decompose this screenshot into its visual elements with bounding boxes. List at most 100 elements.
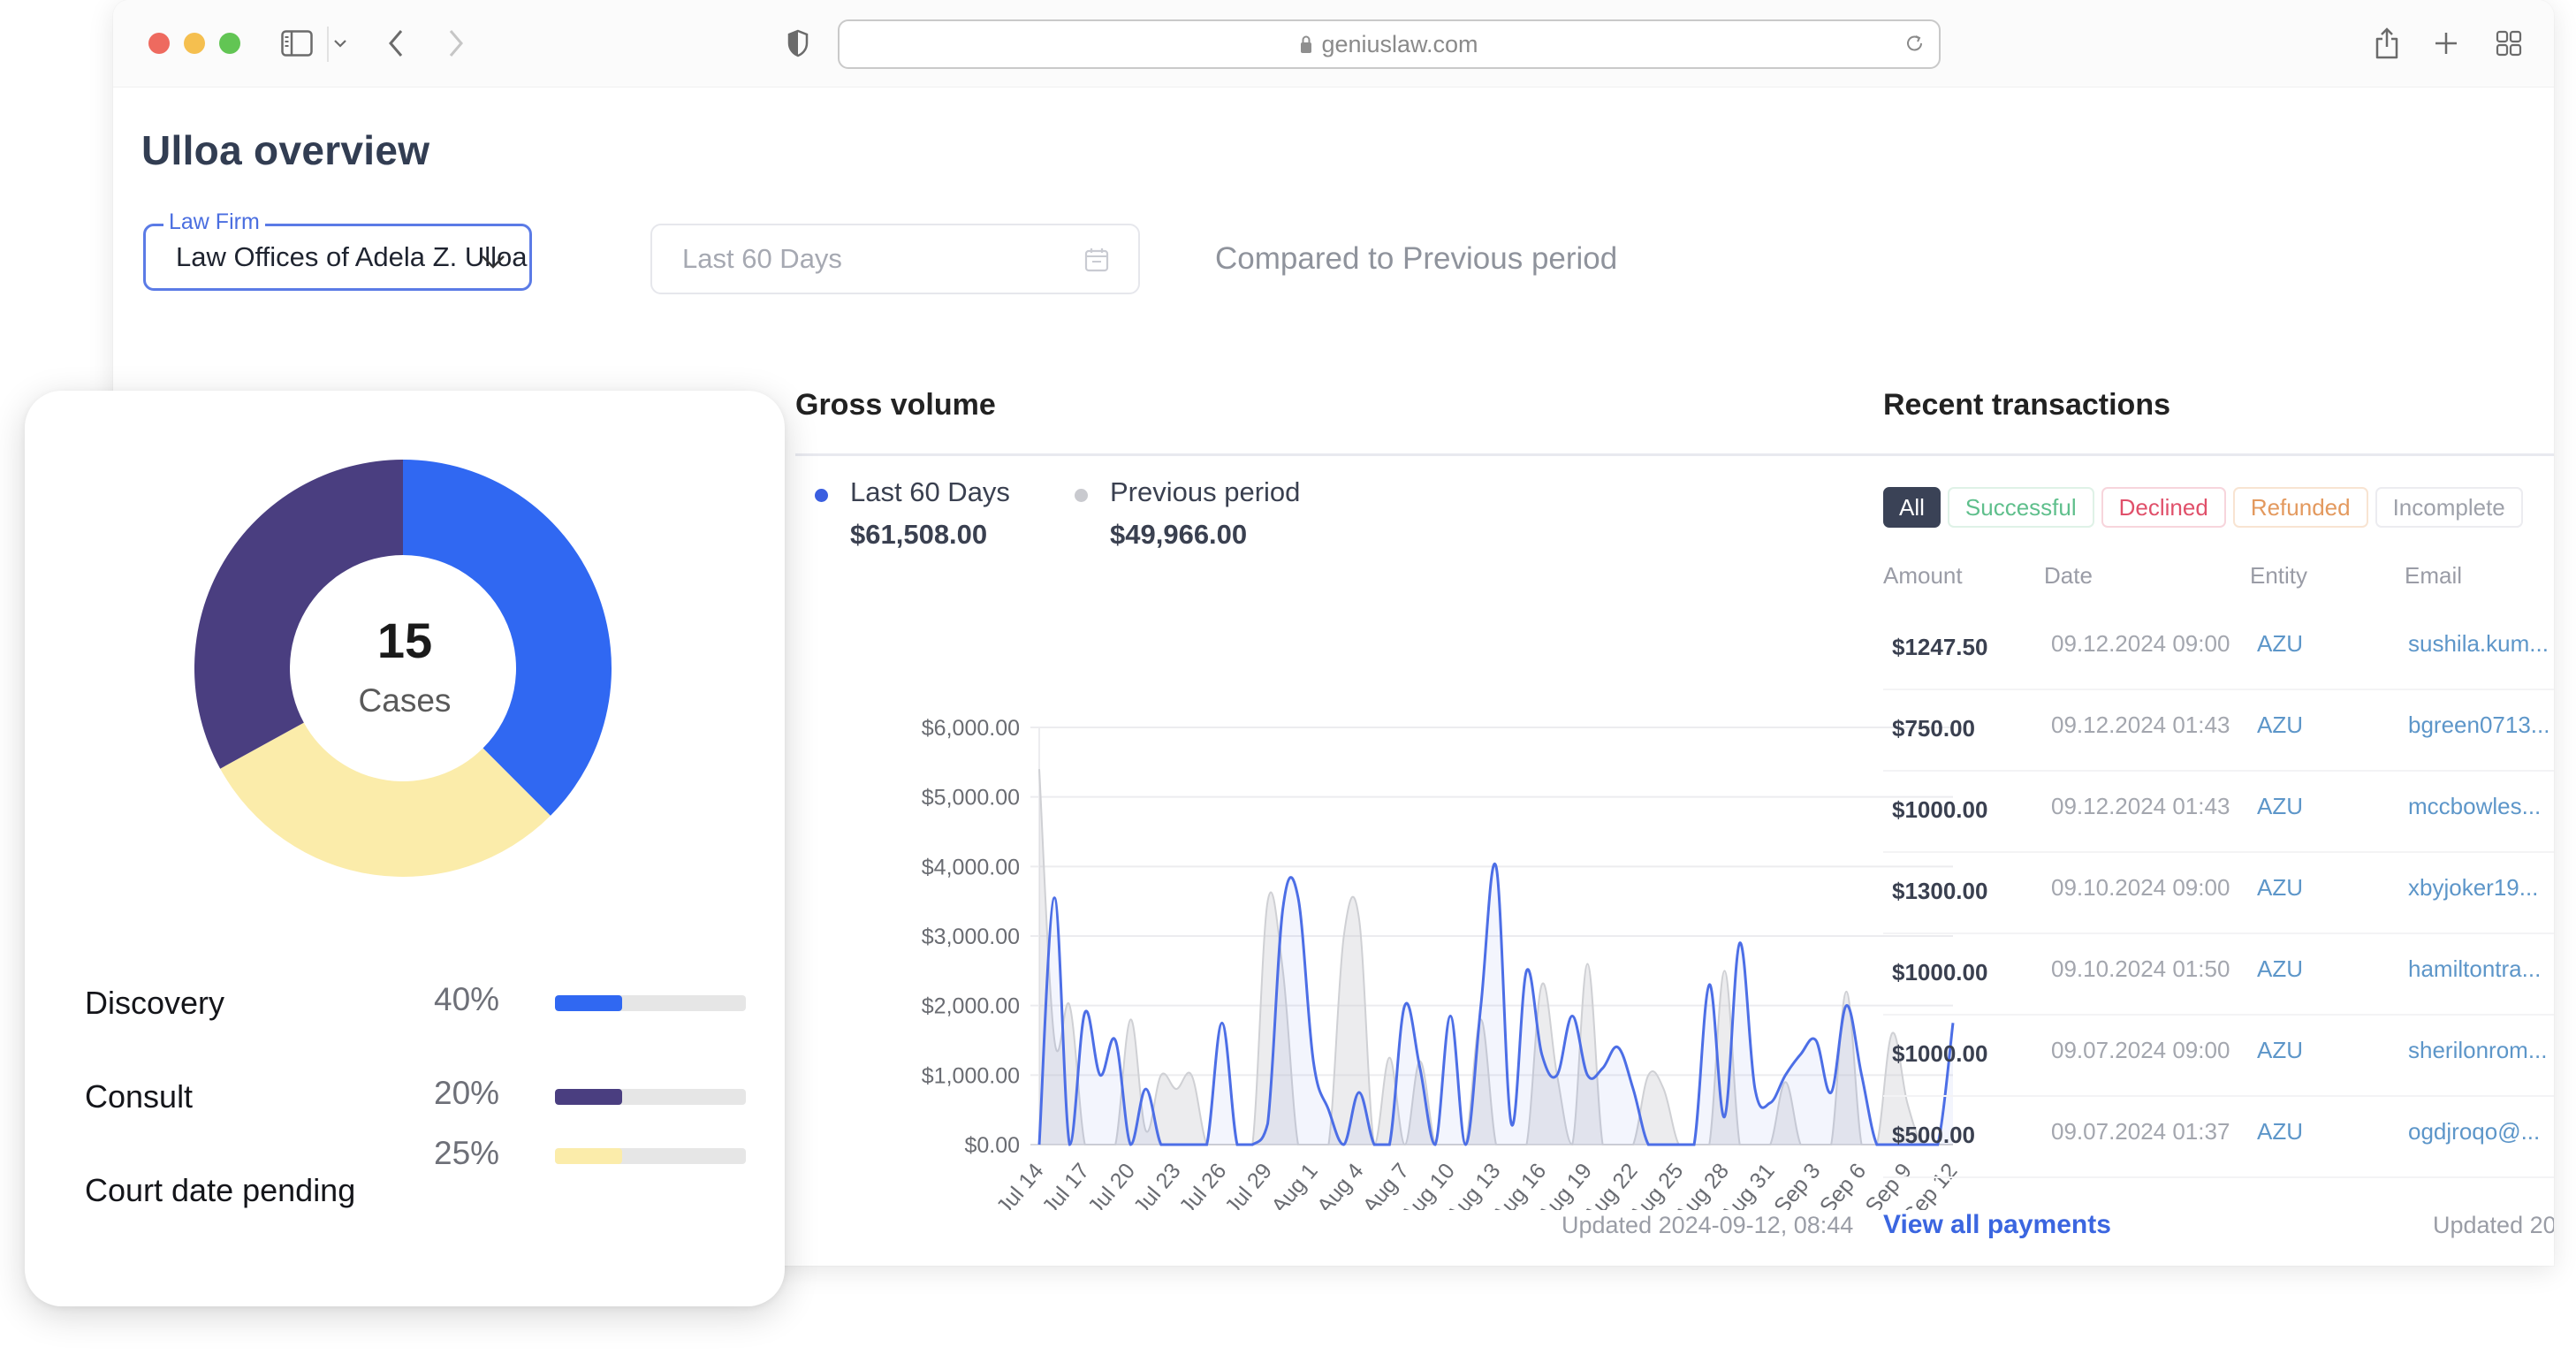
filter-all[interactable]: All [1883, 487, 1941, 528]
email-cell[interactable]: xbyjoker19... [2408, 874, 2538, 902]
stat-label: Discovery [85, 985, 225, 1021]
new-tab-icon[interactable] [2434, 25, 2458, 62]
entity-cell[interactable]: AZU [2257, 1037, 2303, 1064]
stat-progress-fill [555, 1089, 622, 1105]
table-row[interactable]: $1000.00 09.10.2024 01:50 AZU hamiltontra..… [1883, 932, 2554, 1016]
tab-overview-icon[interactable] [2496, 25, 2522, 62]
share-icon[interactable] [2374, 25, 2400, 62]
y-tick-label: $3,000.00 [922, 925, 1020, 949]
sidebar-icon[interactable] [281, 25, 313, 62]
cases-total-label: Cases [358, 682, 452, 719]
gross-volume-title: Gross volume [795, 388, 996, 422]
cases-card: 15 Cases Discovery 40% Consult 20% Court… [25, 391, 785, 1306]
address-bar[interactable]: geniuslaw.com [838, 19, 1941, 69]
date-cell: 09.10.2024 09:00 [2051, 874, 2230, 901]
amount-cell: $1000.00 [1892, 796, 1988, 823]
legend-value-current: $61,508.00 [850, 519, 988, 550]
column-header-date[interactable]: Date [2044, 562, 2093, 590]
transaction-filters: All Successful Declined Refunded Incompl… [1883, 487, 2523, 528]
column-header-email[interactable]: Email [2405, 562, 2462, 590]
gross-volume-updated: Updated 2024-09-12, 08:44 [1562, 1212, 1854, 1238]
stat-row-discovery: Discovery 40% [85, 981, 746, 1038]
date-range-placeholder: Last 60 Days [682, 243, 842, 274]
amount-cell: $500.00 [1892, 1122, 1975, 1148]
entity-cell[interactable]: AZU [2257, 630, 2303, 658]
gross-volume-chart: $0.00 $1,000.00 $2,000.00 $3,000.00 $4,000.0… [922, 716, 1962, 1210]
date-cell: 09.07.2024 09:00 [2051, 1037, 2230, 1063]
filter-successful[interactable]: Successful [1947, 487, 2094, 528]
stat-row-consult: Consult 20% [85, 1075, 746, 1131]
legend-label-current: Last 60 Days [850, 476, 1010, 507]
cases-total: 15 [376, 613, 433, 668]
entity-cell[interactable]: AZU [2257, 1118, 2303, 1145]
minimize-window-button[interactable] [184, 33, 205, 54]
calendar-icon[interactable] [1083, 247, 1110, 280]
entity-cell[interactable]: AZU [2257, 955, 2303, 983]
email-cell[interactable]: ogdjroqo@... [2408, 1118, 2540, 1145]
lock-icon [1300, 34, 1312, 54]
table-row[interactable]: $750.00 09.12.2024 01:43 AZU bgreen0713... [1883, 689, 2554, 772]
table-row[interactable]: $500.00 09.07.2024 01:37 AZU ogdjroqo@... [1883, 1095, 2554, 1178]
email-cell[interactable]: bgreen0713... [2408, 712, 2549, 739]
legend-dot-current [815, 489, 828, 502]
filter-declined[interactable]: Declined [2101, 487, 2226, 528]
date-cell: 09.12.2024 09:00 [2051, 630, 2230, 657]
back-icon[interactable] [387, 25, 405, 62]
law-firm-select[interactable]: Law Firm Law Offices of Adela Z. Ulloa [143, 209, 532, 291]
column-header-entity[interactable]: Entity [2250, 562, 2307, 590]
stat-percent: 40% [434, 981, 500, 1017]
table-row[interactable]: $1300.00 09.10.2024 09:00 AZU xbyjoker19... [1883, 851, 2554, 934]
email-cell[interactable]: mccbowles... [2408, 793, 2541, 820]
stat-progress-bar [555, 1148, 746, 1164]
close-window-button[interactable] [148, 33, 170, 54]
y-tick-label: $1,000.00 [922, 1063, 1020, 1088]
table-row[interactable]: $1000.00 09.07.2024 09:00 AZU sherilonrom..… [1883, 1014, 2554, 1097]
recent-transactions-title: Recent transactions [1883, 388, 2170, 422]
browser-toolbar: geniuslaw.com [113, 0, 2554, 88]
email-cell[interactable]: hamiltontra... [2408, 955, 2541, 983]
legend-label-previous: Previous period [1110, 476, 1301, 507]
divider [1883, 453, 2554, 456]
stat-progress-fill [555, 995, 622, 1011]
legend-dot-previous [1075, 489, 1088, 502]
law-firm-value: Law Offices of Adela Z. Ulloa [176, 241, 528, 272]
chevron-down-icon[interactable] [332, 25, 348, 62]
zoom-window-button[interactable] [219, 33, 240, 54]
date-cell: 09.07.2024 01:37 [2051, 1118, 2230, 1145]
stat-label: Consult [85, 1078, 194, 1115]
entity-cell[interactable]: AZU [2257, 712, 2303, 739]
chevron-down-icon [480, 246, 506, 278]
amount-cell: $750.00 [1892, 715, 1975, 742]
stat-progress-bar [555, 1089, 746, 1105]
table-row[interactable]: $1000.00 09.12.2024 01:43 AZU mccbowles... [1883, 770, 2554, 853]
date-cell: 09.10.2024 01:50 [2051, 955, 2230, 982]
page-title: Ulloa overview [141, 127, 430, 173]
amount-cell: $1247.50 [1892, 634, 1988, 660]
y-tick-label: $5,000.00 [922, 786, 1020, 811]
y-tick-label: $6,000.00 [922, 716, 1020, 741]
shield-icon[interactable] [786, 25, 809, 62]
entity-cell[interactable]: AZU [2257, 793, 2303, 820]
y-tick-label: $2,000.00 [922, 994, 1020, 1019]
amount-cell: $1000.00 [1892, 959, 1988, 986]
stat-progress-fill [555, 1148, 622, 1164]
divider [795, 453, 1891, 456]
stat-percent: 20% [434, 1075, 500, 1111]
amount-cell: $1300.00 [1892, 878, 1988, 904]
reload-icon[interactable] [1904, 32, 1926, 55]
forward-icon[interactable] [447, 25, 465, 62]
filter-incomplete[interactable]: Incomplete [2375, 487, 2523, 528]
table-row[interactable]: $1247.50 09.12.2024 09:00 AZU sushila.kum..… [1883, 607, 2554, 690]
amount-cell: $1000.00 [1892, 1040, 1988, 1067]
date-range-input[interactable]: Last 60 Days [650, 224, 1140, 294]
url-text: geniuslaw.com [1321, 30, 1478, 57]
email-cell[interactable]: sherilonrom... [2408, 1037, 2548, 1064]
view-all-payments-link[interactable]: View all payments [1883, 1210, 2111, 1240]
y-tick-label: $4,000.00 [922, 855, 1020, 879]
column-header-amount[interactable]: Amount [1883, 562, 1963, 590]
y-tick-label: $0.00 [964, 1133, 1020, 1158]
legend-value-previous: $49,966.00 [1110, 519, 1248, 550]
filter-refunded[interactable]: Refunded [2232, 487, 2368, 528]
entity-cell[interactable]: AZU [2257, 874, 2303, 902]
email-cell[interactable]: sushila.kum... [2408, 630, 2549, 658]
